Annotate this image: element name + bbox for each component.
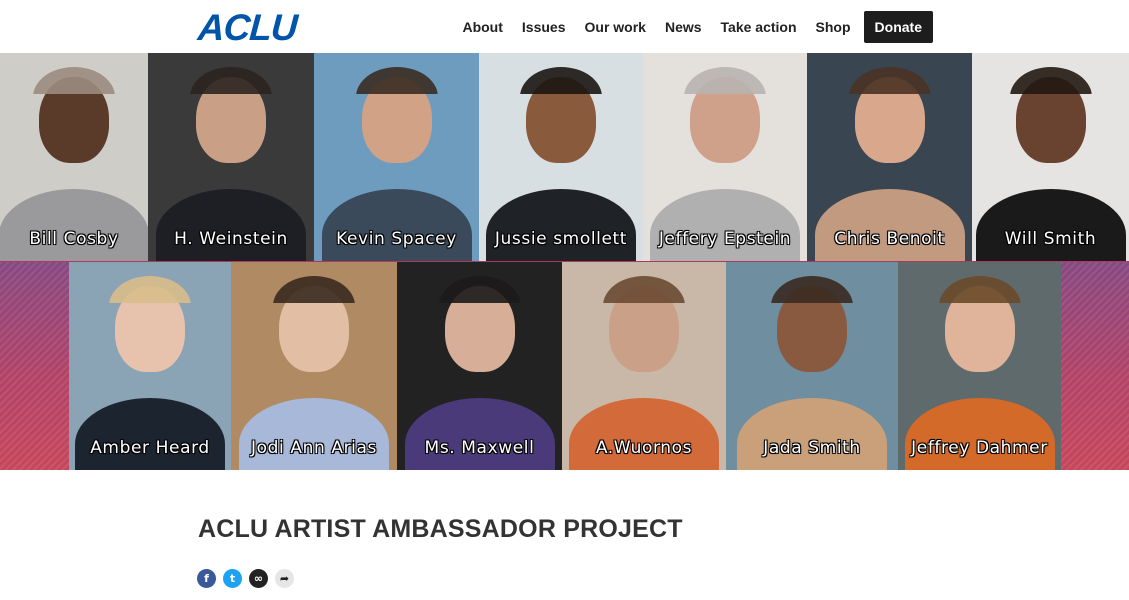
main-nav: About Issues Our work News Take action S… [443,11,933,43]
portrait-caption: Chris Benoit [834,229,945,249]
nav-issues[interactable]: Issues [522,11,566,43]
portrait-tile: H. Weinstein [148,53,314,261]
portrait-tile: A.Wuornos [562,262,726,470]
portrait-body [814,189,965,261]
link-icon[interactable]: ∞ [249,569,268,588]
portrait-body [737,398,887,470]
nav-about[interactable]: About [462,11,502,43]
portrait-caption: Jussie smollett [494,229,628,249]
twitter-icon[interactable]: t [223,569,242,588]
portrait-body [904,398,1055,470]
portrait-tile: Ms. Maxwell [397,262,562,470]
portrait-tile: Bill Cosby [0,53,148,261]
nav-our-work[interactable]: Our work [585,11,646,43]
page-title: ACLU ARTIST AMBASSADOR PROJECT [198,515,683,543]
portrait-body [239,398,389,470]
collage-row-2: Amber Heard Jodi Ann Arias Ms. Maxwell A.Wu… [0,262,1129,470]
hero-collage-image: Bill Cosby H. Weinstein Kevin Spacey Jussie… [0,53,1129,470]
portrait-tile: Jada Smith [726,262,898,470]
aclu-logo[interactable]: ACLU [197,7,299,48]
portrait-body [0,189,148,261]
portrait-caption: Jeffrey Dahmer [911,438,1048,458]
portrait-tile: Jussie smollett [479,53,643,261]
portrait-tile: Jeffery Epstein [643,53,807,261]
facebook-icon[interactable]: f [197,569,216,588]
portrait-body [486,189,636,261]
portrait-tile: Will Smith [972,53,1129,261]
portrait-tile: Jodi Ann Arias [231,262,397,470]
portrait-caption: Ms. Maxwell [424,438,535,458]
portrait-caption: Bill Cosby [29,229,119,249]
portrait-body [975,189,1126,261]
portrait-body [569,398,719,470]
portrait-tile: Kevin Spacey [314,53,479,261]
portrait-tile: Chris Benoit [807,53,972,261]
portrait-tile: Amber Heard [69,262,231,470]
portrait-caption: Amber Heard [90,438,210,458]
portrait-body [321,189,472,261]
share-icon[interactable]: ➦ [275,569,294,588]
portrait-caption: Will Smith [1004,229,1097,249]
portrait-caption: H. Weinstein [174,229,288,249]
portrait-caption: Jodi Ann Arias [251,438,377,458]
nav-shop[interactable]: Shop [816,11,851,43]
portrait-tile: Jeffrey Dahmer [898,262,1061,470]
portrait-caption: Kevin Spacey [336,229,457,249]
portrait-caption: Jeffery Epstein [658,229,792,249]
portrait-caption: Jada Smith [763,438,861,458]
portrait-body [156,189,306,261]
portrait-body [75,398,225,470]
portrait-body [650,189,800,261]
portrait-body [404,398,555,470]
portrait-caption: A.Wuornos [595,438,693,458]
share-bar: f t ∞ ➦ [197,569,301,588]
nav-news[interactable]: News [665,11,702,43]
donate-button[interactable]: Donate [863,11,933,43]
site-header: ACLU About Issues Our work News Take act… [0,0,1129,53]
nav-take-action[interactable]: Take action [721,11,797,43]
collage-row-1: Bill Cosby H. Weinstein Kevin Spacey Jussie… [0,53,1129,261]
